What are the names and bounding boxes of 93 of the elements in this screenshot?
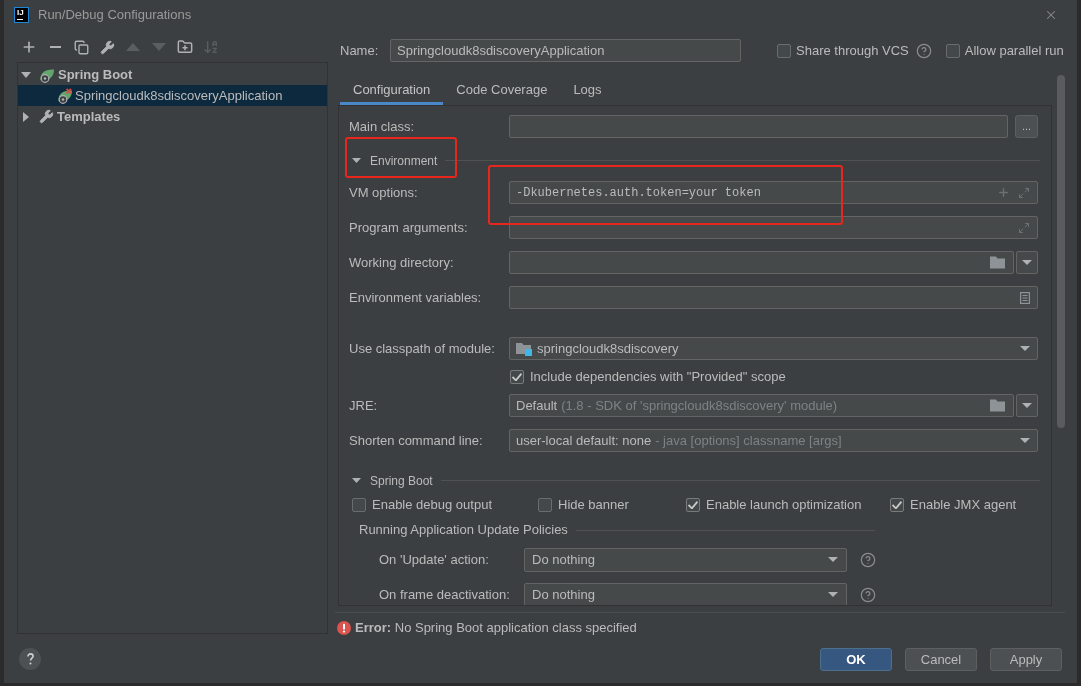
dropdown-button[interactable] [1016,251,1038,274]
dropdown[interactable]: Do nothing [524,547,847,572]
checkbox-label[interactable]: Include dependencies with "Provided" scope [530,367,786,387]
checkbox-label[interactable]: Share through VCS [796,40,909,61]
name-field[interactable]: Springcloudk8sdiscoveryApplication [390,39,741,62]
checkbox-label[interactable]: Hide banner [558,495,629,515]
sort-icon [203,39,219,55]
text-field[interactable]: -Dkubernetes.auth.token=your token [509,181,1038,204]
field-label: Name: [340,41,380,60]
field-label: Main class: [349,117,416,136]
checkbox-label[interactable]: Enable launch optimization [706,495,862,515]
copy-icon [73,39,89,55]
combo-box[interactable]: springcloudk8sdiscovery [509,337,1038,360]
wrench-icon [99,39,115,55]
checkbox[interactable] [777,43,791,58]
help-icon[interactable] [915,42,932,59]
field-label: JRE: [349,396,379,415]
edit-templates-button[interactable] [99,38,115,56]
checkmark-icon [892,500,902,509]
expand-icon[interactable] [1018,221,1030,234]
leaf-error-icon [57,87,73,104]
dropdown[interactable]: Do nothing [524,582,847,605]
field-label: Environment variables: [349,288,483,307]
question-mark-icon [26,653,34,665]
checkbox[interactable] [352,497,366,512]
error-icon [337,621,351,635]
caret-down-icon [1022,403,1032,408]
text-field[interactable] [509,286,1038,309]
checkbox[interactable] [945,43,960,58]
triangle-down-icon[interactable] [21,71,31,78]
tab[interactable]: Code Coverage [443,78,561,105]
caret-down-icon [828,592,838,597]
minus-icon [49,46,61,48]
tab[interactable]: Configuration [340,78,444,105]
checkbox[interactable] [510,370,524,384]
field-label: Use classpath of module: [349,339,496,358]
folder-plus-icon [177,39,193,55]
help-button[interactable] [19,648,41,670]
checkmark-icon [688,500,698,509]
tree-item[interactable]: Spring Boot [18,64,327,85]
window-title: Run/Debug Configurations [38,6,192,25]
close-icon [1044,8,1058,22]
app-logo: IJ [14,7,29,23]
dialog-button[interactable]: OK [820,648,892,671]
triangle-right-icon[interactable] [23,111,29,122]
caret-down-icon [1022,260,1032,265]
field-label: VM options: [349,183,419,202]
field-label: On frame deactivation: [379,585,511,604]
checkbox[interactable] [890,497,904,512]
checkbox[interactable] [686,497,700,512]
tab[interactable]: Logs [560,78,615,105]
triangle-up-icon [126,43,140,51]
copy-button[interactable] [73,38,89,56]
checkmark-icon [512,373,522,381]
field-label: Working directory: [349,253,455,272]
field-label: Program arguments: [349,218,469,237]
text-field[interactable] [509,216,1038,239]
scrollbar-thumb[interactable] [1057,75,1065,428]
expand-icon[interactable] [1018,186,1030,199]
help-icon[interactable] [860,586,876,603]
combo-box[interactable]: Default (1.8 - SDK of 'springcloudk8sdiscovery' module) [509,394,1014,417]
dropdown-button[interactable] [1016,394,1038,417]
checkbox-label[interactable]: Allow parallel run [964,40,1064,61]
text-field[interactable] [509,251,1014,274]
tree-item[interactable]: Templates [18,106,327,127]
browse-button[interactable]: ... [1015,115,1038,138]
module-folder-icon [516,341,532,356]
tree-item[interactable]: Springcloudk8sdiscoveryApplication [18,85,327,106]
plus-icon [21,39,37,55]
combo-box[interactable]: user-local default: none - java [options] classname [args] [509,429,1038,452]
close-button[interactable] [1044,8,1058,22]
help-icon[interactable] [860,551,876,568]
triangle-down-icon [152,43,166,51]
section-toggle[interactable]: Environment [349,151,438,170]
folder-icon[interactable] [990,256,1006,269]
text-field[interactable] [509,115,1008,138]
section-toggle[interactable]: Spring Boot [349,471,433,490]
dialog-button[interactable]: Apply [990,648,1062,671]
error-message: Error: No Spring Boot application class specified [355,619,637,638]
plus-icon[interactable] [997,186,1010,199]
folder-icon[interactable] [990,399,1006,412]
checkbox-label[interactable]: Enable debug output [372,495,492,515]
document-icon[interactable] [1020,291,1030,304]
group-title: Running Application Update Policies [359,521,568,540]
new-folder-button[interactable] [177,38,193,56]
field-label: On 'Update' action: [379,550,490,569]
wrench-icon [39,109,54,124]
checkbox[interactable] [538,497,552,512]
checkbox-label[interactable]: Enable JMX agent [910,495,1017,515]
caret-down-icon [828,557,838,562]
leaf-icon [39,66,55,83]
dialog-button[interactable]: Cancel [905,648,977,671]
field-label: Shorten command line: [349,431,484,450]
